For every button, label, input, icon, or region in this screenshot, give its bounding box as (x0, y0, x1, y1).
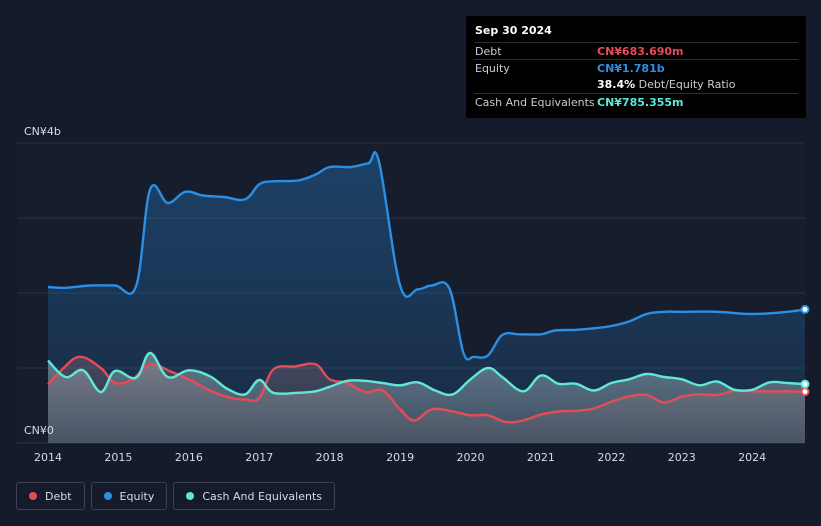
legend-dot-debt (29, 492, 37, 500)
y-label-bottom: CN¥0 (24, 424, 54, 437)
tooltip-row-equity: Equity CN¥1.781b (474, 59, 798, 76)
tooltip-panel: Sep 30 2024 Debt CN¥683.690m Equity CN¥1… (466, 16, 806, 118)
tooltip-date: Sep 30 2024 (475, 24, 552, 37)
tooltip-debt-value: CN¥683.690m (597, 44, 684, 58)
tooltip-row-ratio: 38.4% Debt/Equity Ratio (474, 76, 798, 93)
tooltip-ratio-label: Debt/Equity Ratio (638, 78, 736, 91)
legend-dot-cash (186, 492, 195, 500)
chart-legend: Debt Equity Cash And Equivalents (16, 482, 335, 510)
tooltip-equity-value: CN¥1.781b (597, 61, 665, 75)
x-tick-label: 2024 (738, 451, 766, 464)
legend-item-equity[interactable]: Equity (90, 482, 168, 510)
x-tick-label: 2016 (175, 451, 203, 464)
legend-item-debt[interactable]: Debt (16, 482, 85, 510)
end-marker-cash-and-equivalents (800, 379, 810, 389)
tooltip-ratio-pct: 38.4% (597, 78, 636, 91)
x-tick-label: 2017 (245, 451, 273, 464)
tooltip-cash-label: Cash And Equivalents (475, 95, 595, 109)
legend-item-cash[interactable]: Cash And Equivalents (173, 482, 335, 510)
legend-dot-equity (103, 492, 112, 500)
y-label-top: CN¥4b (24, 125, 61, 138)
x-tick-label: 2015 (104, 451, 132, 464)
x-tick-label: 2020 (457, 451, 485, 464)
x-tick-label: 2022 (597, 451, 625, 464)
tooltip-equity-label: Equity (475, 61, 510, 75)
x-tick-label: 2014 (34, 451, 62, 464)
tooltip-debt-label: Debt (475, 44, 502, 58)
legend-label-cash: Cash And Equivalents (202, 489, 322, 503)
x-tick-label: 2018 (316, 451, 344, 464)
legend-label-equity: Equity (119, 489, 155, 503)
tooltip-row-cash: Cash And Equivalents CN¥785.355m (474, 93, 798, 110)
end-marker-equity (800, 304, 810, 314)
x-axis-ticks: 2014 2015 2016 2017 2018 2019 2020 2021 2022 2023… (34, 451, 766, 464)
tooltip-row-debt: Debt CN¥683.690m (474, 42, 798, 59)
tooltip-cash-value: CN¥785.355m (597, 95, 684, 109)
legend-label-debt: Debt (45, 489, 72, 503)
end-marker-debt (800, 387, 810, 397)
x-tick-label: 2023 (668, 451, 696, 464)
x-tick-label: 2019 (386, 451, 414, 464)
x-tick-label: 2021 (527, 451, 555, 464)
